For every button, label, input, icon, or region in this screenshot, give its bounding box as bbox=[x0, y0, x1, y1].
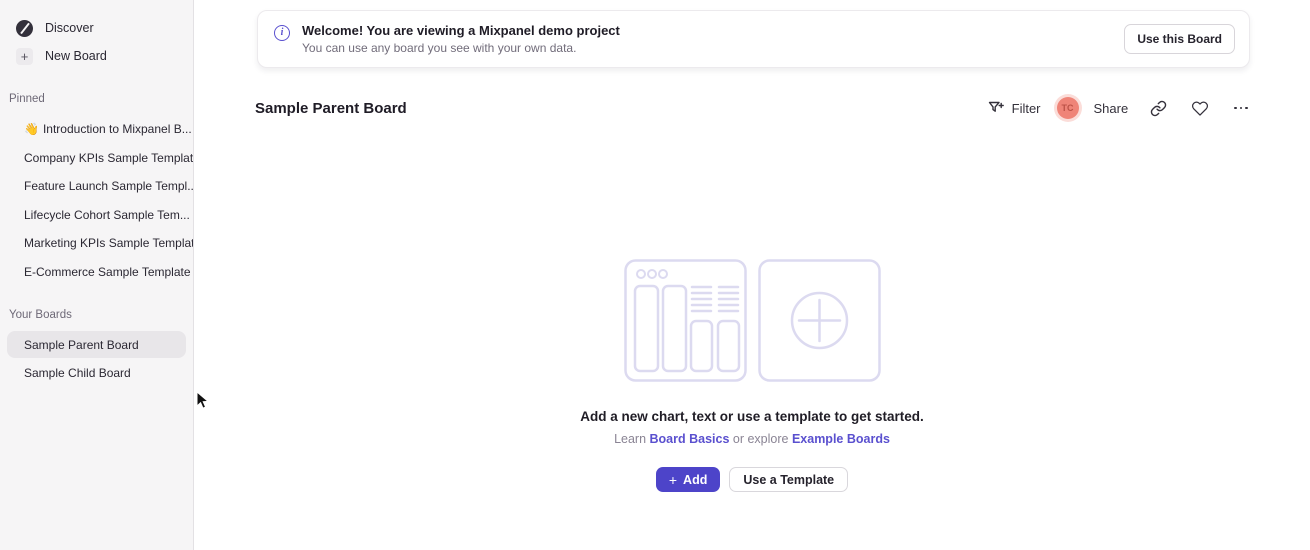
sidebar-item-label: Feature Launch Sample Templ... bbox=[24, 179, 193, 193]
board-header: Sample Parent Board Filter TC Share bbox=[255, 94, 1248, 122]
use-this-board-button[interactable]: Use this Board bbox=[1124, 24, 1235, 54]
filter-button[interactable]: Filter bbox=[988, 100, 1041, 116]
more-menu-button[interactable] bbox=[1234, 107, 1248, 110]
demo-banner: i Welcome! You are viewing a Mixpanel de… bbox=[257, 10, 1250, 68]
share-button[interactable]: Share bbox=[1094, 101, 1129, 116]
your-boards-section-label: Your Boards bbox=[0, 309, 193, 321]
avatar[interactable]: TC bbox=[1057, 97, 1079, 119]
copy-link-icon bbox=[1150, 100, 1167, 117]
empty-state-links: Learn Board Basics or explore Example Bo… bbox=[614, 432, 890, 446]
filter-label: Filter bbox=[1012, 101, 1041, 116]
sidebar-item-label: Discover bbox=[45, 21, 94, 35]
sidebar-item-marketing-kpis[interactable]: Marketing KPIs Sample Template bbox=[0, 229, 193, 258]
more-menu-icon bbox=[1234, 107, 1237, 110]
main-area: i Welcome! You are viewing a Mixpanel de… bbox=[194, 0, 1310, 550]
example-boards-link[interactable]: Example Boards bbox=[792, 432, 890, 446]
banner-title: Welcome! You are viewing a Mixpanel demo… bbox=[302, 23, 620, 38]
empty-state-illustration bbox=[624, 259, 881, 382]
sidebar-item-label: Introduction to Mixpanel B... bbox=[43, 122, 192, 136]
filter-icon bbox=[988, 100, 1005, 116]
empty-state-buttons: + Add Use a Template bbox=[656, 467, 848, 492]
sidebar-item-company-kpis[interactable]: Company KPIs Sample Template bbox=[0, 144, 193, 173]
banner-text: Welcome! You are viewing a Mixpanel demo… bbox=[302, 23, 620, 55]
info-icon: i bbox=[274, 25, 290, 41]
sidebar-item-discover[interactable]: Discover bbox=[0, 14, 193, 42]
sidebar-item-label: Lifecycle Cohort Sample Tem... bbox=[24, 208, 190, 222]
sidebar-item-label: Company KPIs Sample Template bbox=[24, 151, 193, 165]
add-chart-illustration-icon bbox=[758, 259, 881, 382]
sidebar-item-feature-launch[interactable]: Feature Launch Sample Templ... bbox=[0, 172, 193, 201]
add-button[interactable]: + Add bbox=[656, 467, 721, 492]
sidebar-item-sample-parent-board[interactable]: Sample Parent Board bbox=[7, 331, 186, 358]
share-label: Share bbox=[1094, 101, 1129, 116]
use-template-button[interactable]: Use a Template bbox=[729, 467, 848, 492]
sidebar-item-label: E-Commerce Sample Template bbox=[24, 265, 191, 279]
sidebar-item-label: New Board bbox=[45, 49, 107, 63]
favorite-heart-icon bbox=[1191, 100, 1209, 117]
banner-subtitle: You can use any board you see with your … bbox=[302, 41, 620, 55]
plus-icon: + bbox=[669, 472, 677, 488]
sidebar: Discover + New Board Pinned 👋 Introducti… bbox=[0, 0, 194, 550]
copy-link-button[interactable] bbox=[1150, 100, 1167, 117]
add-button-label: Add bbox=[683, 473, 707, 487]
wave-emoji: 👋 bbox=[24, 122, 39, 136]
header-controls: Filter TC Share bbox=[988, 97, 1248, 119]
plus-icon: + bbox=[16, 48, 33, 65]
explore-middle-text: or explore bbox=[729, 432, 792, 446]
sidebar-item-new-board[interactable]: + New Board bbox=[0, 42, 193, 70]
sidebar-item-label: Marketing KPIs Sample Template bbox=[24, 236, 193, 250]
favorite-button[interactable] bbox=[1191, 100, 1209, 117]
discover-icon bbox=[16, 20, 33, 37]
board-illustration-card-icon bbox=[624, 259, 747, 382]
mixpanel-app: Discover + New Board Pinned 👋 Introducti… bbox=[0, 0, 1310, 550]
sidebar-item-intro-mixpanel[interactable]: 👋 Introduction to Mixpanel B... bbox=[0, 115, 193, 144]
pinned-section-label: Pinned bbox=[0, 93, 193, 105]
learn-prefix-text: Learn bbox=[614, 432, 649, 446]
sidebar-item-ecommerce[interactable]: E-Commerce Sample Template bbox=[0, 258, 193, 287]
sidebar-item-sample-child-board[interactable]: Sample Child Board bbox=[7, 359, 186, 386]
board-basics-link[interactable]: Board Basics bbox=[650, 432, 730, 446]
sidebar-item-lifecycle-cohort[interactable]: Lifecycle Cohort Sample Tem... bbox=[0, 201, 193, 230]
empty-state-heading: Add a new chart, text or use a template … bbox=[580, 409, 924, 424]
sidebar-item-label: Sample Child Board bbox=[24, 366, 131, 380]
page-title: Sample Parent Board bbox=[255, 100, 407, 117]
empty-state: Add a new chart, text or use a template … bbox=[194, 259, 1310, 492]
sidebar-item-label: Sample Parent Board bbox=[24, 338, 139, 352]
